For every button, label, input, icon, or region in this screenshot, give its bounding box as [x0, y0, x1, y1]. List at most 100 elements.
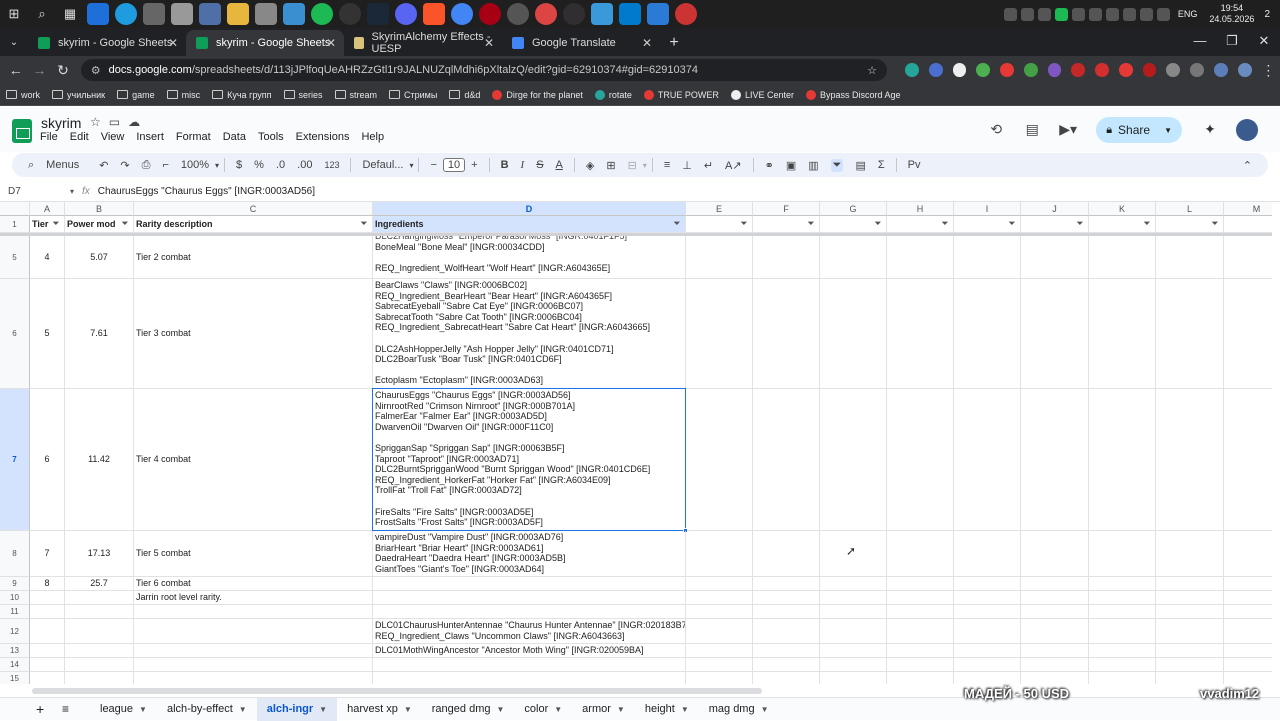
- bookmark-item[interactable]: series: [283, 90, 323, 100]
- restore-icon[interactable]: ❐: [1216, 28, 1248, 54]
- strikethrough-icon[interactable]: S: [536, 159, 543, 171]
- header-cell-empty[interactable]: ⏷: [954, 216, 1021, 233]
- tray-icon[interactable]: [1054, 7, 1068, 21]
- column-header-c[interactable]: C: [134, 202, 373, 216]
- share-button[interactable]: 🔒︎ Share ▼: [1096, 117, 1182, 143]
- rarity-cell[interactable]: Tier 5 combat: [134, 531, 373, 577]
- sheets-logo-icon[interactable]: [12, 119, 32, 143]
- empty-cell[interactable]: [1224, 389, 1272, 531]
- header-cell-empty[interactable]: ⏷: [1224, 216, 1272, 233]
- extensions-puzzle-icon[interactable]: [1166, 63, 1181, 77]
- close-window-icon[interactable]: ✕: [1248, 28, 1280, 54]
- power-mod-cell[interactable]: 5.07: [65, 236, 134, 279]
- power-mod-cell[interactable]: 17.13: [65, 531, 134, 577]
- font-size-increase-icon[interactable]: +: [471, 159, 477, 171]
- language-indicator[interactable]: ENG: [1178, 9, 1198, 19]
- empty-cell[interactable]: [686, 658, 753, 672]
- ingredients-cell[interactable]: [373, 605, 686, 619]
- sheet-tab[interactable]: alch-ingr ▼: [256, 697, 338, 721]
- header-cell-a[interactable]: Tier ⏷: [30, 216, 65, 233]
- tier-cell[interactable]: [30, 619, 65, 644]
- bookmark-item[interactable]: misc: [166, 90, 200, 100]
- column-header-b[interactable]: B: [65, 202, 134, 216]
- empty-cell[interactable]: [686, 672, 753, 684]
- power-mod-cell[interactable]: [65, 672, 134, 684]
- empty-cell[interactable]: [686, 644, 753, 658]
- empty-cell[interactable]: [753, 605, 820, 619]
- filter-dropdown-icon[interactable]: ⏷: [808, 219, 814, 230]
- cloud-status-icon[interactable]: ☁: [128, 115, 148, 129]
- column-header-j[interactable]: J: [1021, 202, 1089, 216]
- empty-cell[interactable]: [887, 389, 954, 531]
- rarity-cell[interactable]: [134, 605, 373, 619]
- empty-cell[interactable]: [887, 531, 954, 577]
- row-header[interactable]: 12: [0, 619, 30, 644]
- search-icon[interactable]: ⌕: [31, 3, 53, 25]
- empty-cell[interactable]: [887, 577, 954, 591]
- empty-cell[interactable]: [1089, 658, 1156, 672]
- column-header-k[interactable]: K: [1089, 202, 1156, 216]
- sheet-tab-dropdown-icon[interactable]: ▼: [496, 705, 504, 714]
- row-header[interactable]: 11: [0, 605, 30, 619]
- empty-cell[interactable]: [820, 672, 887, 684]
- network-icon[interactable]: [1156, 7, 1170, 21]
- empty-cell[interactable]: [686, 591, 753, 605]
- empty-cell[interactable]: [1021, 591, 1089, 605]
- bookmark-item[interactable]: d&d: [449, 90, 480, 100]
- empty-cell[interactable]: [887, 605, 954, 619]
- star-icon[interactable]: ☆: [90, 115, 109, 129]
- tab-search-button[interactable]: ⌄: [0, 30, 28, 56]
- filter-dropdown-icon[interactable]: ⏷: [1009, 219, 1015, 230]
- row-header[interactable]: 14: [0, 658, 30, 672]
- font-size-input[interactable]: 10: [442, 158, 466, 172]
- empty-cell[interactable]: [753, 672, 820, 684]
- app-icon[interactable]: [283, 3, 305, 25]
- ingredients-cell[interactable]: DLC01ChaurusHunterAntennae "Chaurus Hunt…: [373, 619, 686, 644]
- empty-cell[interactable]: [820, 644, 887, 658]
- extension-icon[interactable]: [1047, 63, 1062, 77]
- print-icon[interactable]: ⎙: [142, 159, 151, 172]
- power-mod-cell[interactable]: [65, 619, 134, 644]
- filter-dropdown-icon[interactable]: ⏷: [741, 219, 747, 230]
- empty-cell[interactable]: [1156, 658, 1224, 672]
- menu-data[interactable]: Data: [223, 131, 246, 143]
- volume-icon[interactable]: [1139, 7, 1153, 21]
- functions-icon[interactable]: Σ: [878, 159, 885, 171]
- filter-dropdown-icon[interactable]: ⏷: [53, 219, 59, 230]
- empty-cell[interactable]: [887, 591, 954, 605]
- bold-icon[interactable]: B: [501, 159, 509, 171]
- merge-dropdown-icon[interactable]: ▾: [643, 161, 647, 170]
- discord-icon[interactable]: [395, 3, 417, 25]
- empty-cell[interactable]: [686, 605, 753, 619]
- ingredients-cell[interactable]: [373, 577, 686, 591]
- empty-cell[interactable]: [820, 577, 887, 591]
- row-header[interactable]: 13: [0, 644, 30, 658]
- text-color-icon[interactable]: A: [556, 159, 563, 171]
- fill-color-icon[interactable]: ◈: [586, 159, 594, 172]
- empty-cell[interactable]: [1224, 672, 1272, 684]
- adblock-icon[interactable]: [1095, 63, 1109, 77]
- tray-icon[interactable]: [1122, 7, 1136, 21]
- tray-icon[interactable]: [1037, 7, 1051, 21]
- new-tab-button[interactable]: +: [660, 30, 688, 56]
- empty-cell[interactable]: [753, 531, 820, 577]
- empty-cell[interactable]: [753, 389, 820, 531]
- row-header[interactable]: 10: [0, 591, 30, 605]
- ingredients-cell[interactable]: [373, 658, 686, 672]
- bookmark-item[interactable]: Dirge for the planet: [492, 89, 583, 100]
- bookmark-item[interactable]: work: [6, 90, 40, 100]
- menu-format[interactable]: Format: [176, 131, 211, 143]
- empty-cell[interactable]: [686, 236, 753, 279]
- row-header[interactable]: 1: [0, 216, 30, 233]
- header-cell-empty[interactable]: ⏷: [820, 216, 887, 233]
- extension-icon[interactable]: [1190, 63, 1204, 77]
- empty-cell[interactable]: [954, 605, 1021, 619]
- app-icon[interactable]: [255, 3, 277, 25]
- bookmark-item[interactable]: Bypass Discord Age: [805, 89, 901, 100]
- add-sheet-icon[interactable]: +: [36, 701, 44, 717]
- browser-tab[interactable]: Google Translate ✕: [502, 30, 660, 56]
- empty-cell[interactable]: [820, 658, 887, 672]
- sheet-tab-dropdown-icon[interactable]: ▼: [139, 705, 147, 714]
- empty-cell[interactable]: [1021, 605, 1089, 619]
- folder-icon[interactable]: [227, 3, 249, 25]
